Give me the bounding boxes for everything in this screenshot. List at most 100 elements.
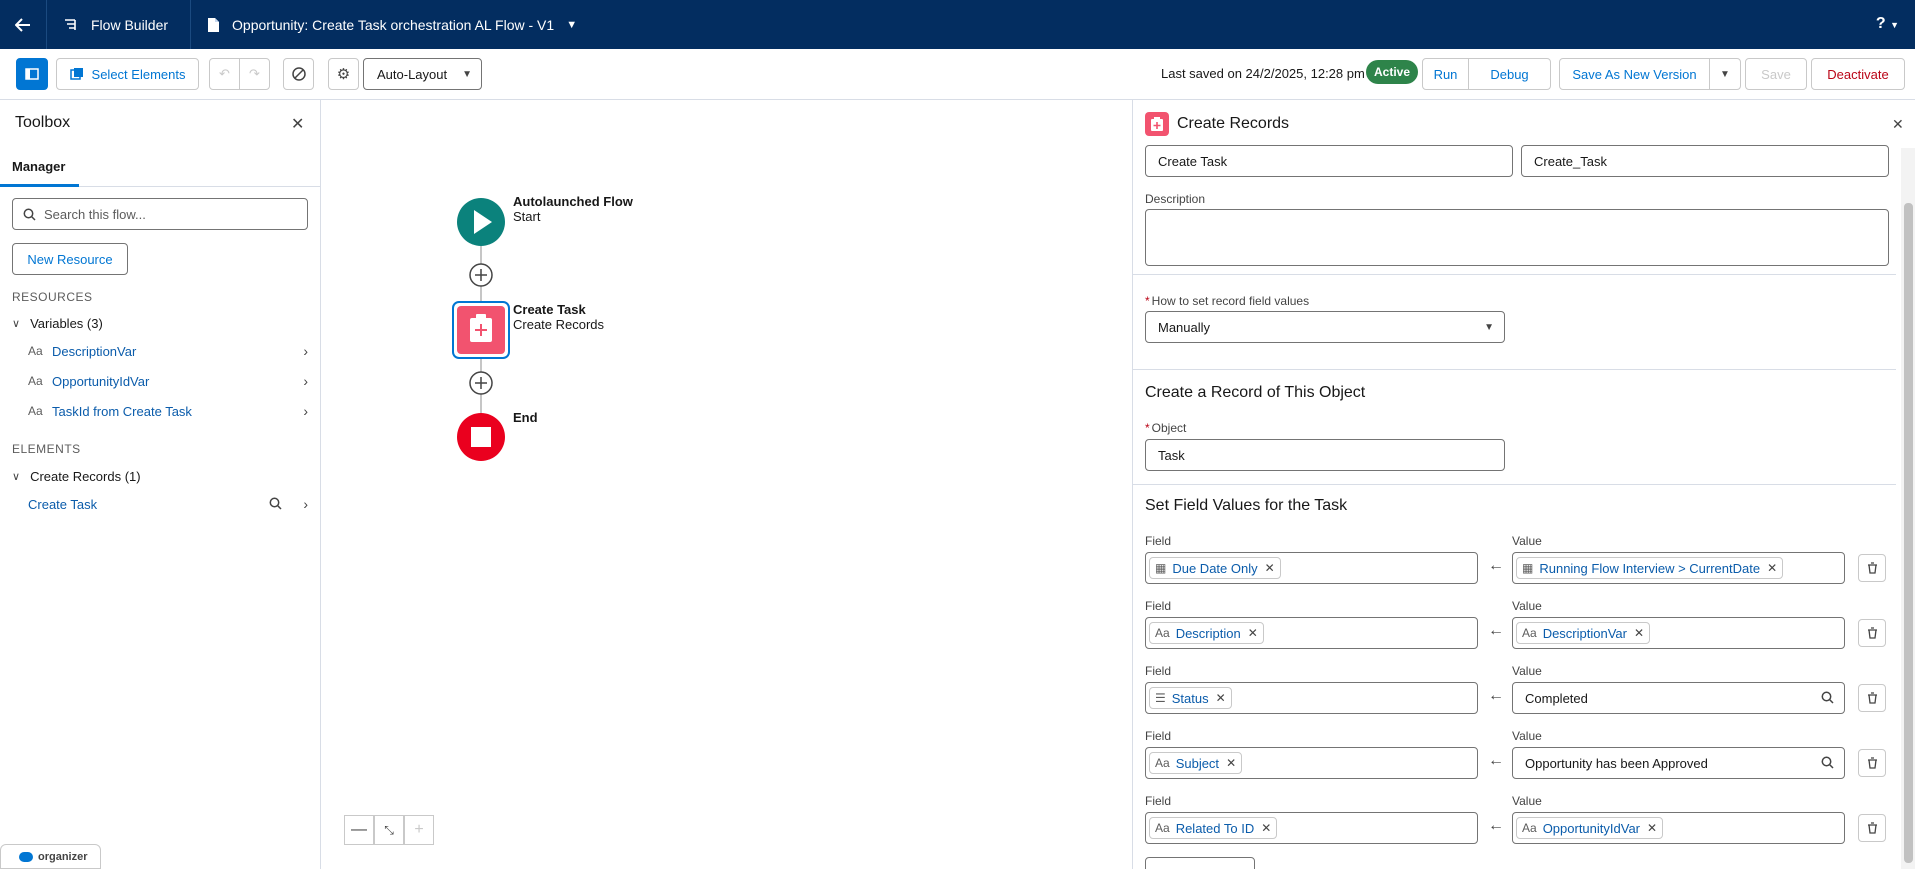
field-input[interactable]: Aa Subject ✕: [1145, 747, 1478, 779]
value-pill[interactable]: Aa OpportunityIdVar ✕: [1516, 817, 1664, 839]
object-input[interactable]: Task: [1145, 439, 1505, 471]
remove-icon[interactable]: ✕: [1261, 821, 1271, 835]
description-label: Description: [1145, 192, 1206, 206]
value-label: Value: [1512, 534, 1542, 548]
field-label: Field: [1145, 534, 1172, 548]
field-pill[interactable]: Aa Subject ✕: [1149, 752, 1243, 774]
save-as-new-version-button[interactable]: Save As New Version: [1559, 58, 1710, 90]
delete-row-button[interactable]: [1858, 554, 1886, 582]
text-icon: Aa: [1155, 756, 1170, 770]
stop-icon: [471, 427, 491, 447]
save-button[interactable]: Save: [1745, 58, 1807, 90]
scrollbar-thumb[interactable]: [1904, 203, 1913, 863]
remove-icon[interactable]: ✕: [1767, 561, 1777, 575]
chevron-right-icon[interactable]: ›: [303, 496, 308, 512]
value-input[interactable]: Completed: [1512, 682, 1845, 714]
flow-title-menu[interactable]: Opportunity: Create Task orchestration A…: [191, 17, 593, 33]
panel-scrollbar[interactable]: [1901, 148, 1915, 869]
remove-icon[interactable]: ✕: [1216, 691, 1226, 705]
remove-icon[interactable]: ✕: [1647, 821, 1657, 835]
variable-item[interactable]: Aa OpportunityIdVar ›: [28, 370, 308, 392]
value-input[interactable]: Aa DescriptionVar ✕: [1512, 617, 1845, 649]
zoom-in-button[interactable]: +: [404, 815, 434, 845]
zoom-out-button[interactable]: —: [344, 815, 374, 845]
app-switcher[interactable]: Flow Builder: [47, 0, 192, 49]
errors-button[interactable]: [283, 58, 314, 90]
search-icon[interactable]: [269, 497, 282, 513]
undo-button[interactable]: ↶: [209, 58, 240, 90]
debug-button[interactable]: Debug: [1468, 58, 1551, 90]
chevron-right-icon[interactable]: ›: [303, 373, 308, 389]
api-name-input[interactable]: Create_Task: [1521, 145, 1889, 177]
create-section-title: Create a Record of This Object: [1145, 384, 1366, 401]
value-input[interactable]: Opportunity has been Approved: [1512, 747, 1845, 779]
element-item[interactable]: Create Task ›: [28, 493, 308, 515]
add-field-button[interactable]: [1145, 857, 1255, 869]
task-node-label: Create Task Create Records: [513, 302, 604, 332]
search-input[interactable]: Search this flow...: [12, 198, 308, 230]
toggle-toolbox-button[interactable]: [16, 58, 48, 90]
run-button[interactable]: Run: [1422, 58, 1469, 90]
how-to-select[interactable]: Manually ▼: [1145, 311, 1505, 343]
toolbox-title: Toolbox: [15, 114, 71, 131]
select-elements-label: Select Elements: [91, 66, 186, 82]
variable-item[interactable]: Aa TaskId from Create Task ›: [28, 400, 308, 422]
chevron-down-icon: ▼: [1720, 68, 1730, 80]
field-pill[interactable]: Aa Description ✕: [1149, 622, 1264, 644]
save-options-button[interactable]: ▼: [1709, 58, 1741, 90]
organizer-tab[interactable]: organizer: [0, 844, 101, 869]
value-input[interactable]: ▦ Running Flow Interview > CurrentDate ✕: [1512, 552, 1845, 584]
layout-select[interactable]: Auto-Layout ▼: [363, 58, 482, 90]
remove-icon[interactable]: ✕: [1248, 626, 1258, 640]
back-button[interactable]: [0, 0, 47, 49]
search-icon[interactable]: [1821, 756, 1834, 772]
close-icon[interactable]: ✕: [291, 114, 304, 134]
field-input[interactable]: Aa Description ✕: [1145, 617, 1478, 649]
end-node[interactable]: [457, 413, 505, 461]
select-elements-button[interactable]: Select Elements: [56, 58, 199, 90]
field-pill[interactable]: ▦ Due Date Only ✕: [1149, 557, 1281, 579]
remove-icon[interactable]: ✕: [1226, 756, 1236, 770]
field-input[interactable]: Aa Related To ID ✕: [1145, 812, 1478, 844]
remove-icon[interactable]: ✕: [1634, 626, 1644, 640]
delete-row-button[interactable]: [1858, 619, 1886, 647]
field-pill[interactable]: ☰ Status ✕: [1149, 687, 1232, 709]
field-input[interactable]: ▦ Due Date Only ✕: [1145, 552, 1478, 584]
tab-manager[interactable]: Manager: [0, 154, 79, 187]
add-element-button[interactable]: [469, 263, 493, 287]
search-icon[interactable]: [1821, 691, 1834, 707]
api-name-value: Create_Task: [1534, 153, 1607, 169]
delete-row-button[interactable]: [1858, 814, 1886, 842]
value-value: OpportunityIdVar: [1542, 820, 1640, 836]
close-icon[interactable]: ✕: [1892, 116, 1904, 133]
variable-item[interactable]: Aa DescriptionVar ›: [28, 340, 308, 362]
delete-row-button[interactable]: [1858, 749, 1886, 777]
value-pill[interactable]: ▦ Running Flow Interview > CurrentDate ✕: [1516, 557, 1784, 579]
create-task-node[interactable]: [452, 301, 510, 359]
delete-row-button[interactable]: [1858, 684, 1886, 712]
zoom-controls: — ⤡ +: [344, 815, 434, 845]
value-input[interactable]: Aa OpportunityIdVar ✕: [1512, 812, 1845, 844]
field-label: Field: [1145, 794, 1172, 808]
value-pill[interactable]: Aa DescriptionVar ✕: [1516, 622, 1651, 644]
add-element-button[interactable]: [469, 371, 493, 395]
chevron-right-icon[interactable]: ›: [303, 343, 308, 359]
description-textarea[interactable]: [1145, 209, 1889, 266]
field-input[interactable]: ☰ Status ✕: [1145, 682, 1478, 714]
search-placeholder: Search this flow...: [44, 206, 146, 222]
create-records-group[interactable]: ∨ Create Records (1): [12, 469, 141, 484]
chevron-right-icon[interactable]: ›: [303, 403, 308, 419]
field-pill[interactable]: Aa Related To ID ✕: [1149, 817, 1278, 839]
end-node-label: End: [513, 410, 538, 425]
fit-to-view-button[interactable]: ⤡: [374, 815, 404, 845]
deactivate-button[interactable]: Deactivate: [1811, 58, 1905, 90]
help-menu[interactable]: ? ▼: [1876, 15, 1899, 33]
redo-button[interactable]: ↷: [239, 58, 270, 90]
flow-canvas[interactable]: Autolaunched Flow Start Create Task Crea…: [322, 100, 1132, 869]
start-node[interactable]: [457, 198, 505, 246]
new-resource-button[interactable]: New Resource: [12, 243, 128, 275]
variables-group[interactable]: ∨ Variables (3): [12, 316, 103, 331]
settings-button[interactable]: ⚙: [328, 58, 359, 90]
remove-icon[interactable]: ✕: [1265, 561, 1275, 575]
label-input[interactable]: Create Task: [1145, 145, 1513, 177]
